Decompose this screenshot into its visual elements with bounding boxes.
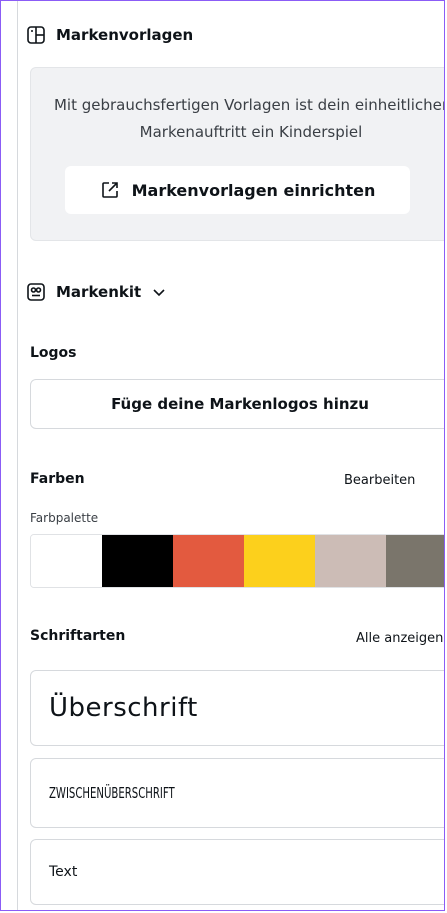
templates-header: Markenvorlagen: [26, 25, 193, 45]
templates-title: Markenvorlagen: [56, 26, 194, 44]
show-all-fonts-link[interactable]: Alle anzeigen: [356, 631, 443, 646]
brand-kit-selector[interactable]: Markenkit: [26, 282, 167, 302]
brand-kit-icon: [26, 282, 46, 302]
font-body-card[interactable]: Text: [30, 839, 444, 905]
setup-templates-label: Markenvorlagen einrichten: [131, 180, 376, 200]
brand-sidebar-frame: Markenvorlagen Mit gebrauchsfertigen Vor…: [0, 0, 445, 911]
palette-label: Farbpalette: [30, 511, 99, 525]
font-subheading-card[interactable]: ZWISCHENÜBERSCHRIFT: [30, 758, 444, 828]
font-subheading-sample: ZWISCHENÜBERSCHRIFT: [49, 784, 175, 802]
color-swatch-black[interactable]: [102, 535, 173, 587]
font-body-sample: Text: [49, 864, 78, 880]
templates-info-box: Mit gebrauchsfertigen Vorlagen ist dein …: [30, 67, 445, 241]
add-logos-button[interactable]: Füge deine Markenlogos hinzu: [30, 379, 444, 429]
color-swatch-gray[interactable]: [386, 535, 444, 587]
brand-panel: Markenvorlagen Mit gebrauchsfertigen Vor…: [17, 1, 445, 910]
brand-kit-title: Markenkit: [56, 283, 142, 301]
external-link-icon: [100, 180, 120, 200]
chevron-down-icon: [151, 284, 167, 300]
template-icon: [26, 25, 46, 45]
color-swatch-white[interactable]: [31, 535, 102, 587]
color-swatch-beige[interactable]: [315, 535, 386, 587]
logos-heading: Logos: [30, 345, 77, 361]
color-swatch-red[interactable]: [173, 535, 244, 587]
edit-colors-link[interactable]: Bearbeiten: [344, 473, 415, 488]
setup-templates-button[interactable]: Markenvorlagen einrichten: [65, 166, 410, 214]
color-palette: [30, 534, 444, 588]
color-swatch-yellow[interactable]: [244, 535, 315, 587]
colors-heading: Farben: [30, 471, 85, 487]
templates-message: Mit gebrauchsfertigen Vorlagen ist dein …: [53, 96, 445, 141]
fonts-heading: Schriftarten: [30, 628, 126, 644]
font-heading-sample: Überschrift: [49, 693, 198, 723]
font-heading-card[interactable]: Überschrift: [30, 670, 444, 746]
